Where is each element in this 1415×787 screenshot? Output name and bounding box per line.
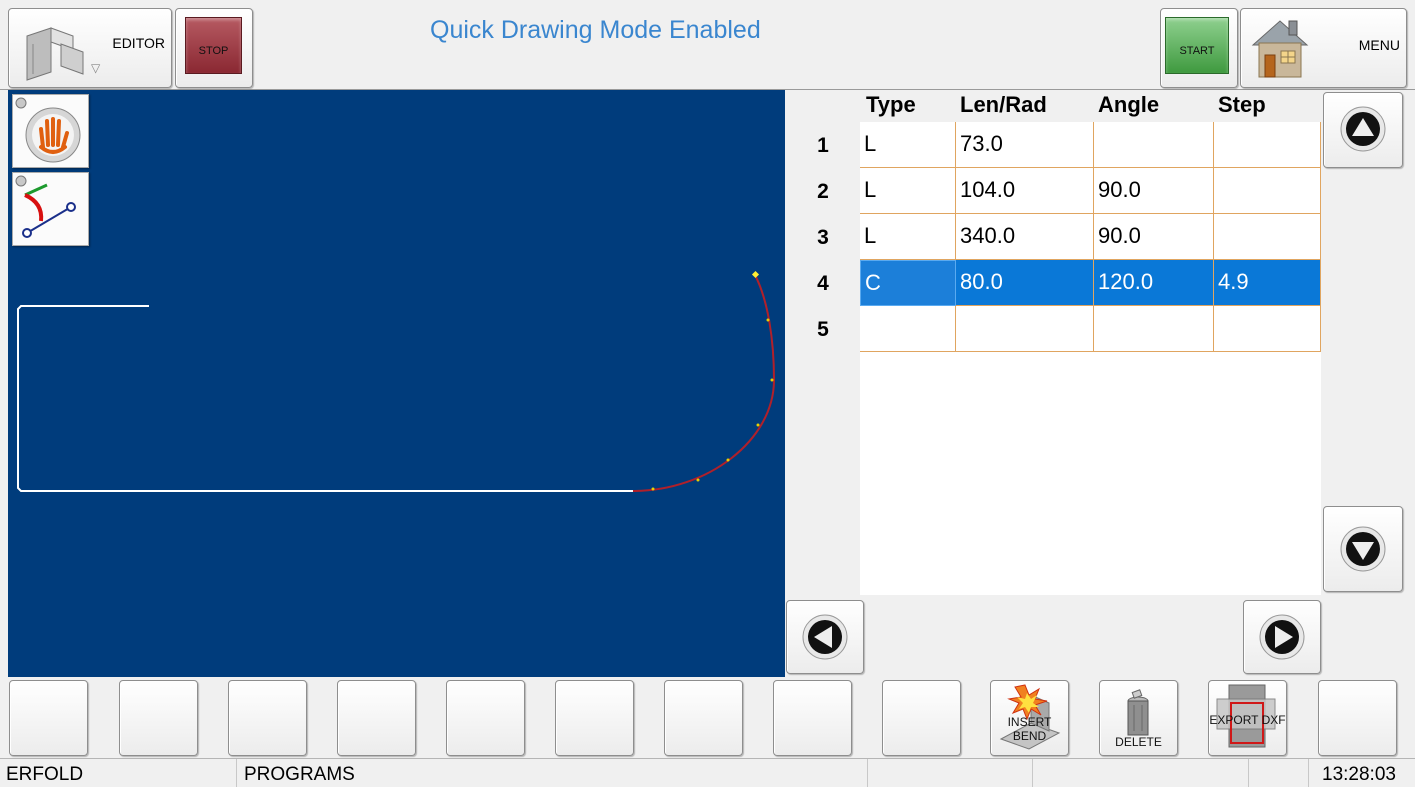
bend-table: Type Len/Rad Angle Step 1 2 3 4 5 L 73.0…: [786, 90, 1321, 595]
type-cell[interactable]: C: [860, 260, 956, 306]
home-icon: [1251, 20, 1309, 78]
len-rad-cell[interactable]: 340.0: [956, 214, 1094, 260]
table-row[interactable]: L 73.0: [860, 122, 1321, 168]
row-number: 5: [817, 318, 829, 341]
stop-label: STOP: [198, 45, 229, 57]
drawing-canvas[interactable]: [8, 90, 785, 677]
type-cell[interactable]: [860, 306, 956, 352]
len-rad-cell[interactable]: 104.0: [956, 168, 1094, 214]
arrow-down-icon: [1340, 526, 1386, 572]
softkey-9[interactable]: [882, 680, 961, 756]
row-number: 3: [817, 226, 829, 249]
angle-cell[interactable]: 120.0: [1094, 260, 1214, 306]
profile-drawing: [17, 270, 776, 492]
scroll-left-button[interactable]: [786, 600, 864, 674]
table-row[interactable]: L 340.0 90.0: [860, 214, 1321, 260]
softkey-1[interactable]: [9, 680, 88, 756]
stop-button[interactable]: STOP: [175, 8, 253, 88]
softkey-7[interactable]: [664, 680, 743, 756]
softkey-bar: INSERT BEND DELETE EXPORT DXF: [0, 677, 1415, 757]
insert-bend-button[interactable]: INSERT BEND: [990, 680, 1069, 756]
stop-icon: STOP: [185, 17, 242, 74]
mode-title: Quick Drawing Mode Enabled: [430, 16, 761, 44]
column-header-step: Step: [1218, 92, 1266, 117]
angle-cell[interactable]: 90.0: [1094, 214, 1214, 260]
type-cell[interactable]: L: [860, 214, 956, 260]
scroll-right-button[interactable]: [1243, 600, 1321, 674]
column-header-len-rad: Len/Rad: [960, 92, 1047, 117]
arrow-up-icon: [1340, 106, 1386, 152]
arc-endpoint-marker: [751, 270, 760, 279]
arrow-right-icon: [1259, 614, 1305, 660]
profile-editor-icon: [26, 27, 84, 81]
softkey-13[interactable]: [1318, 680, 1397, 756]
softkey-8[interactable]: [773, 680, 852, 756]
row-number: 4: [817, 272, 829, 295]
type-cell[interactable]: L: [860, 168, 956, 214]
status-clock: 13:28:03: [1322, 764, 1396, 785]
softkey-3[interactable]: [228, 680, 307, 756]
angle-cell[interactable]: 90.0: [1094, 168, 1214, 214]
scroll-down-button[interactable]: [1323, 506, 1403, 592]
hand-icon: [15, 97, 81, 163]
status-app-name: ERFOLD: [6, 764, 84, 785]
delete-button[interactable]: DELETE: [1099, 680, 1178, 756]
status-bar: ERFOLD PROGRAMS 13:28:03: [0, 758, 1415, 787]
curve-tool-icon: [15, 175, 76, 238]
export-dxf-button[interactable]: EXPORT DXF: [1208, 680, 1287, 756]
profile-lines: [17, 305, 633, 492]
top-toolbar: EDITOR ▽ STOP Quick Drawing Mode Enabled…: [0, 0, 1415, 90]
angle-cell[interactable]: [1094, 122, 1214, 168]
angle-cell[interactable]: [1094, 306, 1214, 352]
softkey-2[interactable]: [119, 680, 198, 756]
type-cell[interactable]: L: [860, 122, 956, 168]
table-row[interactable]: [860, 306, 1321, 352]
table-row-selected[interactable]: C 80.0 120.0 4.9: [860, 260, 1321, 306]
step-cell[interactable]: [1214, 306, 1321, 352]
curve-tool-button[interactable]: [12, 172, 89, 246]
hand-tool-button[interactable]: [12, 94, 89, 168]
softkey-5[interactable]: [446, 680, 525, 756]
row-number: 1: [817, 134, 829, 157]
row-number-column: 1 2 3 4 5: [786, 122, 860, 595]
editor-button[interactable]: EDITOR ▽: [8, 8, 172, 88]
step-cell[interactable]: 4.9: [1214, 260, 1321, 306]
column-header-type: Type: [866, 92, 916, 117]
export-dxf-label: EXPORT DXF: [1209, 713, 1286, 727]
softkey-4[interactable]: [337, 680, 416, 756]
len-rad-cell[interactable]: 73.0: [956, 122, 1094, 168]
row-number: 2: [817, 180, 829, 203]
insert-bend-label: INSERT BEND: [1007, 715, 1052, 743]
len-rad-cell[interactable]: [956, 306, 1094, 352]
delete-label: DELETE: [1115, 735, 1162, 749]
step-cell[interactable]: [1214, 214, 1321, 260]
table-row[interactable]: L 104.0 90.0: [860, 168, 1321, 214]
start-label: START: [1179, 45, 1215, 57]
arrow-left-icon: [802, 614, 848, 660]
len-rad-cell[interactable]: 80.0: [956, 260, 1094, 306]
softkey-6[interactable]: [555, 680, 634, 756]
step-cell[interactable]: [1214, 122, 1321, 168]
chevron-down-icon: ▽: [91, 61, 101, 75]
start-button[interactable]: START: [1160, 8, 1238, 88]
horizontal-scroll-strip: [786, 595, 1321, 677]
editor-label: EDITOR: [112, 35, 165, 51]
menu-label: MENU: [1358, 37, 1400, 53]
table-header: Type Len/Rad Angle Step: [786, 90, 1321, 122]
step-cell[interactable]: [1214, 168, 1321, 214]
scroll-up-button[interactable]: [1323, 92, 1403, 168]
status-programs: PROGRAMS: [244, 764, 355, 785]
start-icon: START: [1165, 17, 1229, 74]
column-header-angle: Angle: [1098, 92, 1160, 117]
profile-arc: [632, 274, 776, 492]
menu-button[interactable]: MENU: [1240, 8, 1407, 88]
